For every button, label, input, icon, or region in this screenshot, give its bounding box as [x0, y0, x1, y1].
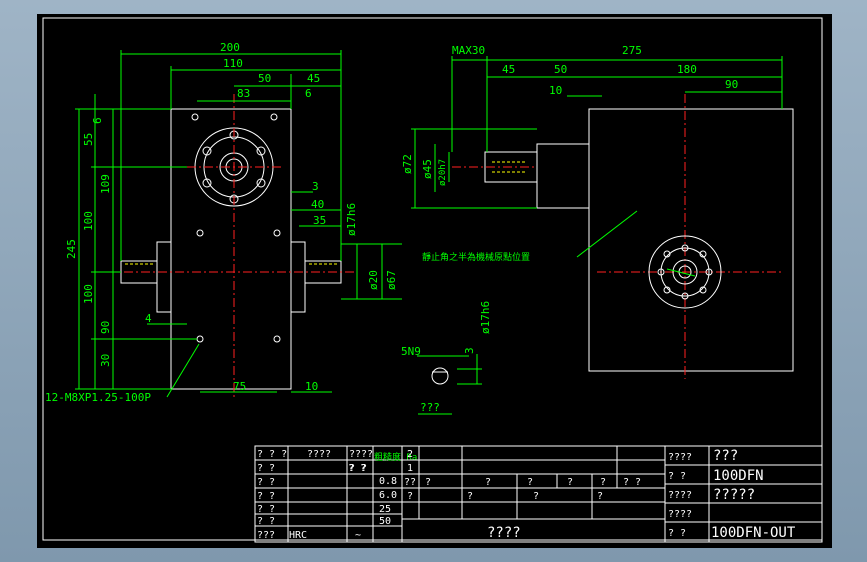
side-input-boss [536, 143, 590, 209]
front-view: 200 110 50 45 83 6 6 55 109 100 245 100 … [45, 41, 402, 404]
rev-header-6: ? ? [623, 477, 641, 488]
keyway-section-circle [431, 367, 449, 385]
tb-cell-6-2: ~ [355, 530, 361, 541]
left-shaft-flange [156, 241, 172, 313]
dim-83: 83 [237, 87, 250, 100]
key-label-phi17h6: ø17h6 [479, 301, 492, 334]
hole-callout: 12-M8XP1.25-100P [45, 391, 151, 404]
roughness-label: ? ? [348, 463, 366, 474]
dim-phi20: ø20 [367, 270, 380, 290]
dim-6-left: 6 [91, 117, 104, 124]
dim-30: 30 [99, 354, 112, 367]
dim-phi17h6: ø17h6 [345, 203, 358, 236]
gearbox-body-outline [170, 108, 292, 390]
tb-cell-0-2: ???? [349, 449, 373, 460]
key-label-5n9: 5N9 [401, 345, 421, 358]
rb-label-1: ? ? [668, 471, 686, 482]
dim-max30: MAX30 [452, 44, 485, 57]
dim-40: 40 [311, 198, 324, 211]
dim-90-side: 90 [725, 78, 738, 91]
tb-cell-2-0: ? ? [257, 477, 275, 488]
rb-label-2: ???? [668, 490, 692, 501]
sign-1: ? [467, 491, 473, 502]
revision-1: 1 [407, 463, 413, 474]
cad-viewport[interactable]: 200 110 50 45 83 6 6 55 109 100 245 100 … [37, 14, 832, 548]
side-body-outline [588, 108, 794, 372]
tb-cell-5-0: ? ? [257, 516, 275, 527]
dim-110: 110 [223, 57, 243, 70]
drawing-border [42, 17, 823, 541]
dim-100-lower: 100 [82, 284, 95, 304]
dim-50: 50 [258, 72, 271, 85]
company-name: ???? [487, 525, 521, 541]
rev-header-2: ? [485, 477, 491, 488]
tb-cell-6-1: HRC [289, 530, 307, 541]
sign-3: ? [597, 491, 603, 502]
rb-value-2: ????? [713, 487, 755, 503]
rev-header-5: ? [600, 477, 606, 488]
dim-200: 200 [220, 41, 240, 54]
dim-35: 35 [313, 214, 326, 227]
tb-cell-6-0: ??? [257, 530, 275, 541]
roughness-50: 50 [379, 516, 391, 527]
keyway-detail: 5N9 3 ø17h6 ??? [401, 301, 492, 415]
dim-phi72: ø72 [401, 154, 414, 174]
tb-cell-3-0: ? ? [257, 491, 275, 502]
roughness-6-0: 6.0 [379, 490, 397, 501]
dim-109: 109 [99, 174, 112, 194]
rev-header-4: ? [567, 477, 573, 488]
roughness-0-8: 0.8 [379, 476, 397, 487]
rb-value-0: ??? [713, 448, 738, 464]
dim-100-upper: 100 [82, 211, 95, 231]
dim-phi20h7: ø20h7 [438, 159, 448, 186]
rb-label-0: ???? [668, 452, 692, 463]
part-number: 100DFN [713, 468, 764, 484]
tb-cell-4-0: ? ? [257, 504, 275, 515]
dim-180: 180 [677, 63, 697, 76]
dim-10: 10 [305, 380, 318, 393]
side-view: MAX30 275 45 50 180 10 90 ø72 ø45 ø20h7 … [401, 44, 794, 379]
sign-2: ? [533, 491, 539, 502]
dim-3: 3 [312, 180, 319, 193]
dim-245: 245 [65, 239, 78, 259]
dim-6-top: 6 [305, 87, 312, 100]
rev-header-3: ? [527, 477, 533, 488]
dim-4: 4 [145, 312, 152, 325]
revision-2: 2 [407, 449, 413, 460]
detail-title: ??? [420, 401, 440, 414]
rb-label-3: ???? [668, 509, 692, 520]
key-label-3: 3 [463, 347, 476, 354]
rev-header-1: ? [425, 477, 431, 488]
dim-50-side: 50 [554, 63, 567, 76]
dim-55: 55 [82, 133, 95, 146]
tb-cell-1-0: ? ? [257, 463, 275, 474]
dim-90: 90 [99, 321, 112, 334]
drawing-number: 100DFN-OUT [711, 525, 796, 541]
dim-45: 45 [307, 72, 320, 85]
dim-phi67: ø67 [385, 270, 398, 290]
right-shaft-flange [290, 241, 306, 313]
tb-cell-0-1: ???? [307, 449, 331, 460]
rev-header-0: ?? [404, 477, 416, 488]
roughness-25: 25 [379, 504, 391, 515]
dim-10-side: 10 [549, 84, 562, 97]
drawing-canvas: 200 110 50 45 83 6 6 55 109 100 245 100 … [42, 17, 823, 543]
dim-45-side: 45 [502, 63, 515, 76]
tb-cell-0-0: ? ? ? [257, 449, 287, 460]
sign-0: ? [407, 491, 413, 502]
dim-phi45: ø45 [421, 159, 434, 179]
dim-75: 75 [233, 380, 246, 393]
title-block: ? ? ? ???? ???? ? ? ? ? ? ? ? ? ? ? ? ? … [254, 445, 823, 543]
rb-label-4: ? ? [668, 528, 686, 539]
origin-note: 靜止角之半為機械原點位置 [422, 251, 530, 263]
dim-275: 275 [622, 44, 642, 57]
